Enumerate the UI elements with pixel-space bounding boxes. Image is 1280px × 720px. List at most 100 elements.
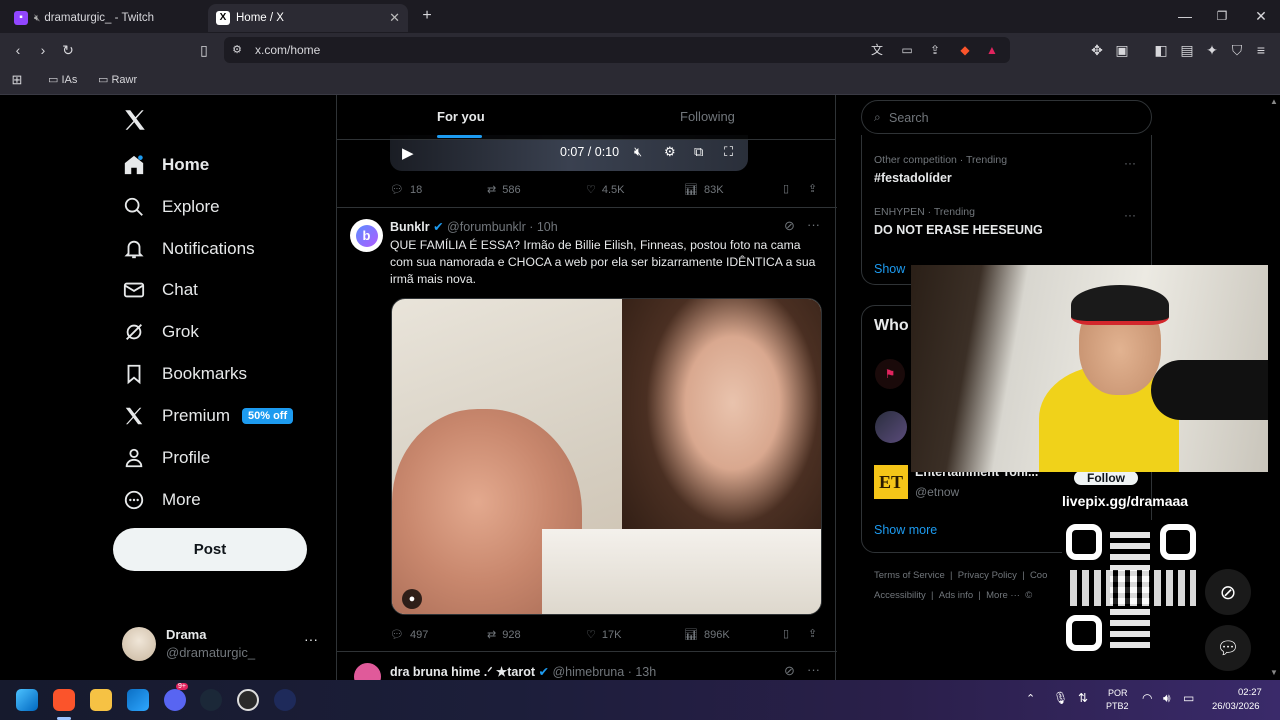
post-time[interactable]: · 13h <box>628 665 657 679</box>
author-handle[interactable]: @himebruna <box>552 665 624 679</box>
tray-overflow-icon[interactable]: ⌃ <box>1026 692 1035 705</box>
more-dots-icon[interactable]: ··· <box>807 662 820 677</box>
leo-icon[interactable]: ✦ <box>1203 42 1221 58</box>
brave-rewards-icon[interactable]: ▲ <box>983 42 1001 58</box>
author-name[interactable]: dra bruna hime .ᐟ ★tarot <box>390 665 535 679</box>
like-action[interactable]: ♡ 4.5K <box>586 183 625 197</box>
grok-icon[interactable]: ⊘ <box>784 218 795 234</box>
cookie-link[interactable]: Coo <box>1030 570 1047 581</box>
accessibility-link[interactable]: Accessibility <box>874 590 926 601</box>
volume-icon[interactable]: 🔊︎ <box>1163 691 1171 706</box>
page-scrollbar[interactable]: ▲ ▼ <box>1268 95 1280 680</box>
play-icon[interactable]: ▶ <box>402 144 414 162</box>
sidebar-item-bookmarks[interactable]: Bookmarks <box>122 359 247 389</box>
share-icon[interactable]: ⇪ <box>808 182 817 195</box>
scroll-up-icon[interactable]: ▲ <box>1270 97 1278 106</box>
discord-icon[interactable]: 9+ <box>164 683 188 711</box>
tab-for-you[interactable]: For you <box>437 109 485 124</box>
sidebar-item-grok[interactable]: Grok <box>122 317 199 347</box>
video-player[interactable]: ▶ 0:07 / 0:10 🔇︎ ⚙ ⧉ ⛶ <box>390 135 748 171</box>
grok-icon[interactable]: ⊘ <box>784 663 795 679</box>
ads-info-link[interactable]: Ads info <box>939 590 973 601</box>
views-action[interactable]: 📊︎ 896K <box>684 628 730 642</box>
address-bar[interactable]: ⚙ x.com/home 文 ▭ ⇪ ◆ ▲ <box>224 37 1010 63</box>
fullscreen-icon[interactable]: ⛶ <box>724 144 733 160</box>
extensions-icon[interactable]: ✥ <box>1088 42 1106 58</box>
tab-x-home[interactable]: X Home / X ✕ <box>208 4 408 32</box>
more-dots-icon[interactable]: ··· <box>304 631 318 647</box>
site-info-icon[interactable]: ⚙ <box>228 42 246 58</box>
search-box[interactable]: ⌕ Search <box>861 100 1152 134</box>
sync-icon[interactable]: ⇅ <box>1078 691 1088 705</box>
sidebar-item-more[interactable]: More <box>122 485 201 515</box>
translate-icon[interactable]: 文 <box>868 42 886 58</box>
language-indicator[interactable]: POR <box>1108 688 1128 698</box>
mute-icon[interactable]: 🔇︎ <box>634 144 642 160</box>
store-icon[interactable] <box>127 689 149 711</box>
post-time[interactable]: · 10h <box>529 220 558 234</box>
post-image[interactable]: ● <box>391 298 822 615</box>
trend-item[interactable]: ENHYPEN · Trending DO NOT ERASE HEESEUNG… <box>874 206 1144 237</box>
restore-icon[interactable]: ❐ <box>1213 8 1231 24</box>
apps-grid-icon[interactable]: ⊞ <box>8 72 26 88</box>
search-input[interactable]: Search <box>889 111 929 125</box>
brave-browser-icon[interactable] <box>53 689 75 711</box>
scroll-down-icon[interactable]: ▼ <box>1270 668 1278 677</box>
bookmark-icon[interactable]: ▯ <box>783 627 789 640</box>
sidebar-item-profile[interactable]: Profile <box>122 443 210 473</box>
windows-start-icon[interactable] <box>16 689 38 711</box>
wifi-icon[interactable]: ◠ <box>1142 691 1152 705</box>
avatar[interactable] <box>354 663 381 680</box>
share-icon[interactable]: ⇪ <box>808 627 817 640</box>
tagged-people-icon[interactable]: ● <box>402 589 422 609</box>
new-tab-icon[interactable]: + <box>418 8 436 24</box>
avatar[interactable]: b <box>350 219 383 252</box>
follow-suggestion-handle[interactable]: @etnow <box>915 485 959 499</box>
bookmark-icon[interactable]: ▯ <box>783 182 789 195</box>
terms-link[interactable]: Terms of Service <box>874 570 945 581</box>
minimize-icon[interactable]: — <box>1176 8 1194 24</box>
show-more-trends-link[interactable]: Show <box>874 262 905 276</box>
close-tab-icon[interactable]: ✕ <box>389 10 400 26</box>
tab-twitch[interactable]: ▪ 🔇︎ dramaturgic_ - Twitch <box>6 4 206 32</box>
app-icon[interactable] <box>274 689 296 711</box>
keyboard-layout[interactable]: PTB2 <box>1106 701 1129 711</box>
back-icon[interactable]: ‹ <box>9 42 27 58</box>
repost-action[interactable]: ⇄ 586 <box>487 183 521 197</box>
cast-icon[interactable]: ▭ <box>898 42 916 58</box>
more-dots-icon[interactable]: ··· <box>1124 208 1136 222</box>
show-more-follow-link[interactable]: Show more <box>874 523 937 537</box>
bookmark-page-icon[interactable]: ▯ <box>195 42 213 58</box>
bookmark-folder-ias[interactable]: ▭ IAs <box>48 73 77 86</box>
pip-icon[interactable]: ⧉ <box>694 144 703 160</box>
clock-time[interactable]: 02:27 <box>1238 687 1262 698</box>
like-action[interactable]: ♡ 17K <box>586 628 621 642</box>
battery-icon[interactable]: ▭ <box>1183 691 1194 705</box>
reply-action[interactable]: 💬︎ 18 <box>390 183 422 197</box>
forward-icon[interactable]: › <box>34 42 52 58</box>
steam-icon[interactable] <box>200 689 222 711</box>
obs-icon[interactable] <box>237 689 259 711</box>
author-handle[interactable]: @forumbunklr <box>447 220 526 234</box>
settings-icon[interactable]: ⚙ <box>664 144 676 160</box>
follow-button[interactable]: Follow <box>1074 471 1138 485</box>
more-footer-link[interactable]: More ··· <box>986 590 1020 601</box>
sidebar-item-chat[interactable]: Chat <box>122 275 198 305</box>
author-name[interactable]: Bunklr <box>390 220 430 234</box>
file-explorer-icon[interactable] <box>90 689 112 711</box>
reader-icon[interactable]: ▣ <box>1113 42 1131 58</box>
sidebar-item-notifications[interactable]: Notifications <box>122 234 255 264</box>
clock-date[interactable]: 26/03/2026 <box>1212 701 1260 712</box>
sidebar-item-premium[interactable]: Premium 50% off <box>122 401 294 431</box>
brave-shield-icon[interactable]: ◆ <box>956 42 974 58</box>
microphone-icon[interactable]: 🎙︎ <box>1053 691 1068 705</box>
more-dots-icon[interactable]: ··· <box>1124 156 1136 170</box>
close-window-icon[interactable]: ✕ <box>1252 8 1270 24</box>
trend-item[interactable]: Other competition · Trending #festadolíd… <box>874 154 1144 185</box>
bookmark-folder-rawr[interactable]: ▭ Rawr <box>98 73 137 86</box>
reply-action[interactable]: 💬︎ 497 <box>390 628 428 642</box>
sidebar-item-explore[interactable]: Explore <box>122 192 220 222</box>
privacy-link[interactable]: Privacy Policy <box>958 570 1017 581</box>
avatar[interactable]: ⚑ <box>875 359 905 389</box>
avatar[interactable] <box>875 411 907 443</box>
